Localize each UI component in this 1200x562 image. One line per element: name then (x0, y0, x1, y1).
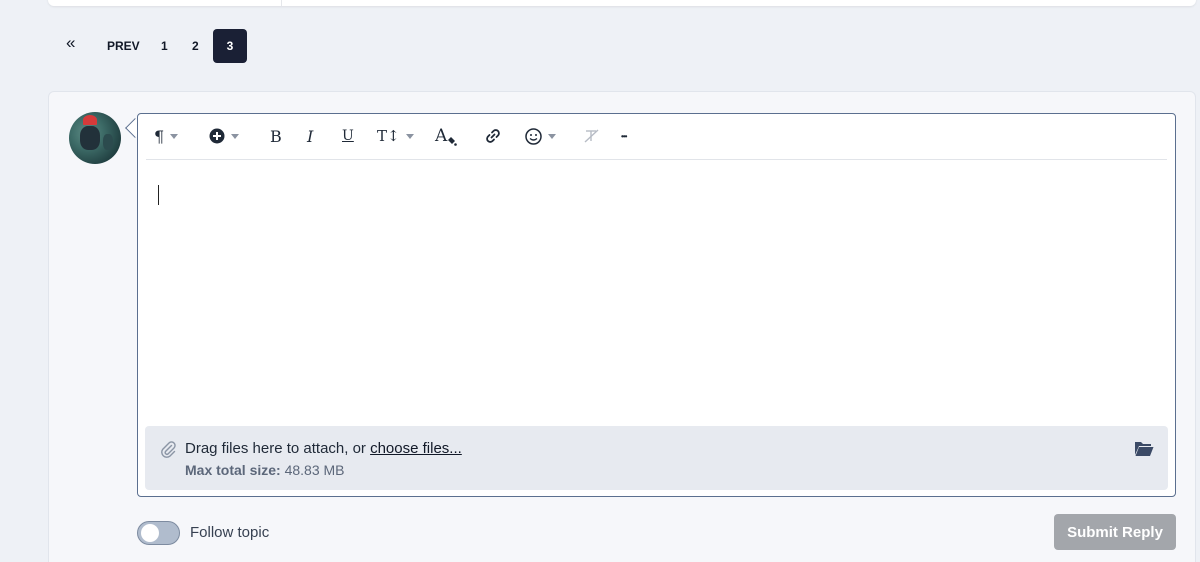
avatar-hat (83, 115, 97, 125)
clear-format-button[interactable] (583, 126, 601, 146)
submit-reply-button[interactable]: Submit Reply (1054, 514, 1176, 550)
bold-button[interactable]: B (270, 126, 282, 146)
page-1-button[interactable]: 1 (161, 39, 168, 53)
toggle-knob (141, 524, 159, 542)
user-avatar[interactable] (69, 112, 121, 164)
prev-page-button[interactable]: PREV (107, 39, 140, 53)
first-page-button[interactable]: « (66, 33, 75, 53)
card-divider (281, 0, 282, 6)
bold-icon: B (270, 126, 282, 146)
max-size-value: 48.83 MB (280, 462, 345, 478)
follow-topic-label: Follow topic (190, 524, 270, 541)
toolbar-divider (146, 159, 1167, 160)
chevron-down-icon (405, 133, 414, 139)
plus-circle-icon (209, 128, 225, 144)
clear-format-icon (584, 129, 599, 143)
choose-files-link[interactable]: choose files... (370, 440, 462, 457)
paragraph-format-button[interactable]: ¶ (154, 126, 179, 146)
editor-toolbar: ¶ B I U T↕ A ••• (138, 114, 1175, 160)
emoji-icon (525, 127, 542, 145)
folder-open-icon[interactable] (1134, 440, 1154, 457)
paint-bucket-icon (448, 136, 458, 146)
insert-button[interactable] (209, 126, 239, 146)
underline-icon: U (342, 128, 354, 144)
page-2-button[interactable]: 2 (192, 39, 199, 53)
attach-instructions: Drag files here to attach, or choose fil… (185, 440, 462, 457)
drag-files-text: Drag files here to attach, or (185, 440, 371, 457)
reply-editor: ¶ B I U T↕ A ••• Drag files here to atta… (137, 113, 1176, 497)
editor-content-area[interactable] (138, 161, 1175, 426)
link-button[interactable] (484, 126, 502, 146)
underline-button[interactable]: U (342, 126, 354, 146)
paperclip-icon (161, 441, 176, 458)
previous-post-card (48, 0, 1196, 6)
italic-button[interactable]: I (307, 126, 313, 146)
max-size-info: Max total size: 48.83 MB (185, 462, 345, 478)
chevron-down-icon (231, 133, 239, 139)
emoji-button[interactable] (525, 126, 556, 146)
italic-icon: I (307, 126, 314, 146)
more-icon: ••• (621, 131, 627, 141)
text-cursor (158, 185, 159, 205)
page-3-button-current[interactable]: 3 (213, 29, 247, 63)
chevron-down-icon (170, 133, 179, 139)
font-size-icon: T↕ (377, 127, 400, 145)
max-size-label: Max total size: (185, 462, 281, 478)
follow-topic-toggle[interactable] (137, 521, 180, 545)
font-size-button[interactable]: T↕ (377, 126, 414, 146)
avatar-figure-2 (103, 134, 113, 150)
avatar-figure (80, 126, 100, 150)
link-icon (486, 129, 500, 143)
chevron-down-icon (548, 133, 556, 139)
paragraph-icon: ¶ (154, 126, 165, 146)
attachment-dropzone[interactable]: Drag files here to attach, or choose fil… (145, 426, 1168, 490)
more-options-button[interactable]: ••• (621, 126, 627, 146)
text-color-button[interactable]: A (435, 126, 458, 146)
